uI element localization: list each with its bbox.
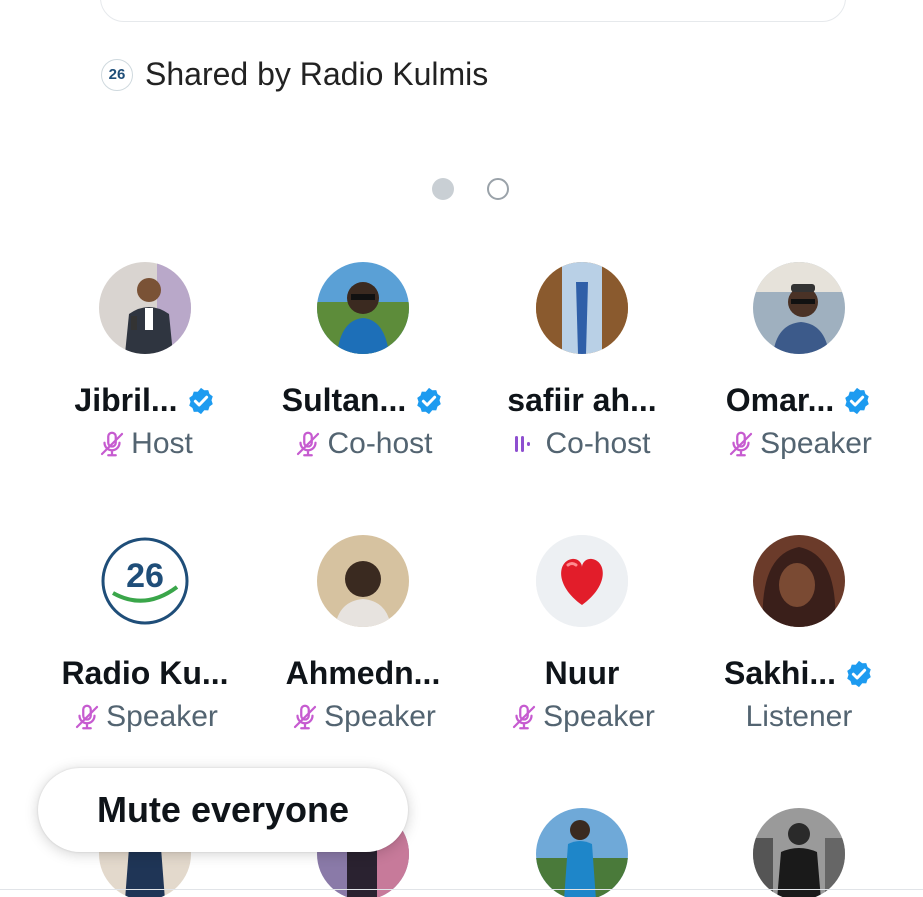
- participant-name: Omar...: [725, 382, 835, 418]
- participant-name: Radio Ku...: [61, 655, 229, 691]
- participant-name: Nuur: [544, 655, 620, 691]
- participant-role: Speaker: [324, 700, 436, 733]
- participant-safiir[interactable]: safiir ah... Co-host: [472, 262, 692, 461]
- participant-role: Host: [131, 427, 193, 460]
- participant-omar[interactable]: Omar... Speaker: [689, 262, 909, 461]
- verified-badge-icon: [847, 660, 871, 687]
- shared-by-text: Shared by Radio Kulmis: [145, 56, 489, 92]
- participant-role: Listener: [745, 700, 853, 733]
- mic-muted-icon: [513, 704, 536, 730]
- pagination-dots: [432, 178, 509, 200]
- participant-radio-kulmis[interactable]: 26 Radio Ku... Speaker: [35, 535, 255, 734]
- speaking-icon: [515, 436, 531, 452]
- avatar[interactable]: [536, 808, 628, 897]
- verified-badge-icon: [845, 387, 869, 414]
- verified-badge-icon: [188, 387, 213, 414]
- avatar[interactable]: [317, 262, 409, 354]
- space-card[interactable]: [100, 0, 846, 22]
- participant-sakhi[interactable]: Sakhi... Listener: [689, 535, 909, 734]
- participant-name: Ahmedn...: [285, 655, 441, 691]
- mic-muted-icon: [730, 431, 753, 457]
- avatar[interactable]: [99, 262, 191, 354]
- spaces-participants-panel: 26 Shared by Radio Kulmis Jibril... Host: [0, 0, 923, 897]
- participant-role: Speaker: [760, 427, 872, 460]
- avatar[interactable]: [317, 535, 409, 627]
- participant-name: Sakhi...: [723, 655, 837, 691]
- divider: [0, 889, 923, 890]
- participant-role: Speaker: [543, 700, 655, 733]
- mute-everyone-button[interactable]: Mute everyone: [38, 768, 408, 852]
- participant-sultan[interactable]: Sultan... Co-host: [253, 262, 473, 461]
- participant-nuur[interactable]: Nuur Speaker: [472, 535, 692, 734]
- heart-icon: [536, 535, 628, 627]
- participant-jibril[interactable]: Jibril... Host: [35, 262, 255, 461]
- participant-name: Jibril...: [74, 382, 178, 418]
- avatar[interactable]: [753, 808, 845, 897]
- mic-muted-icon: [76, 704, 99, 730]
- avatar[interactable]: 26: [99, 535, 191, 627]
- participant-role: Co-host: [327, 427, 433, 460]
- participant-row3-3[interactable]: [472, 808, 692, 897]
- radio-kulmis-logo-icon: 26: [101, 58, 133, 91]
- page-dot-1[interactable]: [432, 178, 454, 200]
- participant-ahmedn[interactable]: Ahmedn... Speaker: [253, 535, 473, 734]
- avatar-logo-text: 26: [126, 557, 164, 595]
- avatar[interactable]: [753, 535, 845, 627]
- participant-name: Sultan...: [281, 382, 407, 418]
- participant-role: Co-host: [545, 427, 651, 460]
- mic-muted-icon: [297, 431, 320, 457]
- participant-row3-4[interactable]: [689, 808, 909, 897]
- verified-badge-icon: [417, 387, 441, 414]
- shared-by-row: 26 Shared by Radio Kulmis: [101, 56, 488, 93]
- participant-role: Speaker: [106, 700, 218, 733]
- mic-muted-icon: [101, 431, 124, 457]
- page-dot-2[interactable]: [487, 178, 509, 200]
- mic-muted-icon: [294, 704, 317, 730]
- avatar[interactable]: [536, 262, 628, 354]
- participant-name: safiir ah...: [507, 382, 657, 418]
- avatar[interactable]: [536, 535, 628, 627]
- avatar[interactable]: [753, 262, 845, 354]
